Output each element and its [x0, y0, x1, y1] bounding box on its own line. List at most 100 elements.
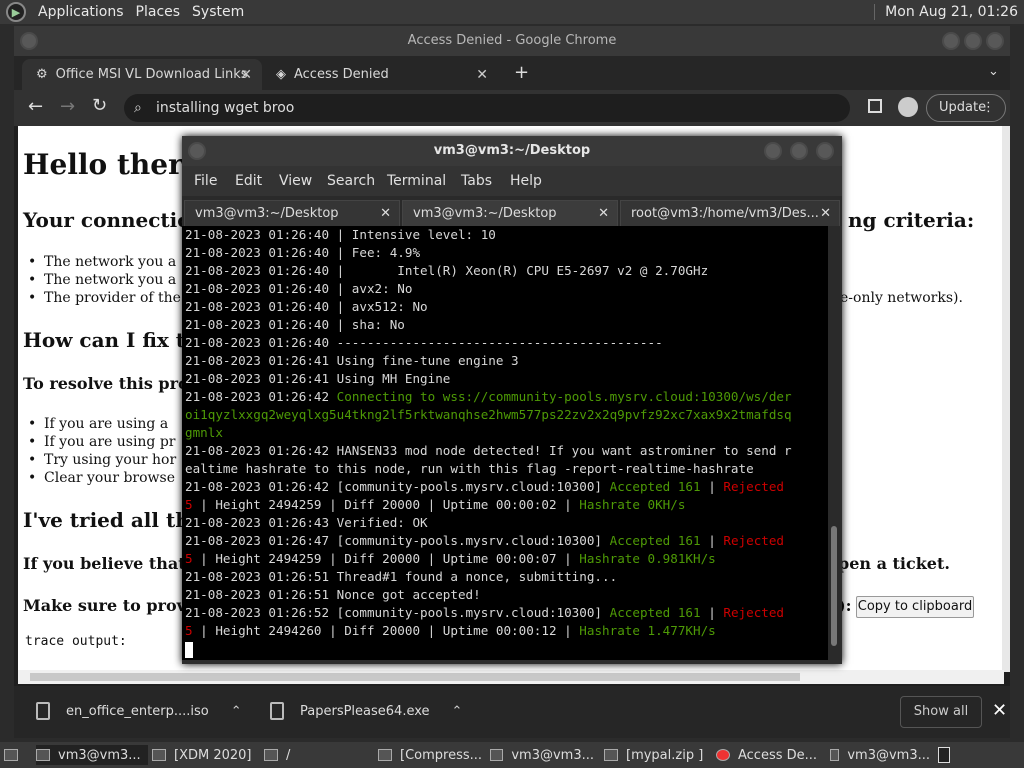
taskbar-item[interactable]: [XDM 2020]	[152, 745, 252, 765]
terminal-line: 21-08-2023 01:26:42 [community-pools.mys…	[185, 478, 792, 496]
kebab-menu-icon[interactable]: ⋮	[982, 95, 995, 121]
new-tab-plus-icon[interactable]: +	[514, 62, 529, 83]
xdm-icon	[152, 749, 166, 761]
tab-close-icon[interactable]: ✕	[598, 201, 609, 227]
provide-heading: Make sure to provid	[23, 596, 204, 615]
terminal-text: |	[700, 479, 724, 494]
copy-to-clipboard-button[interactable]: Copy to clipboard	[856, 596, 974, 618]
tab-office-msi[interactable]: ⚙ Office MSI VL Download Links ✕	[22, 59, 262, 90]
profile-avatar-icon[interactable]	[898, 97, 918, 117]
terminal-text: Connecting to wss://community-pools.mysr…	[336, 389, 792, 404]
close-window-icon[interactable]	[816, 142, 834, 160]
taskbar-item[interactable]: Access De...	[716, 745, 820, 765]
omnibox-input[interactable]: ⌕ installing wget broo	[124, 94, 850, 122]
terminal-title-bar[interactable]: vm3@vm3:~/Desktop	[182, 136, 842, 166]
terminal-text: 21-08-2023 01:26:42 [community-pools.mys…	[185, 479, 610, 494]
trace-output-label: trace output:	[25, 634, 127, 649]
menu-search[interactable]: Search	[327, 173, 375, 189]
scrollbar-thumb[interactable]	[30, 673, 800, 681]
tab-close-icon[interactable]: ✕	[380, 201, 391, 227]
forward-arrow-icon[interactable]: →	[60, 96, 75, 117]
reload-icon[interactable]: ↻	[92, 95, 107, 116]
workspace-icon	[938, 747, 950, 763]
terminal-line: 21-08-2023 01:26:51 Thread#1 found a non…	[185, 568, 792, 586]
terminal-text: 21-08-2023 01:26:47 [community-pools.mys…	[185, 533, 610, 548]
terminal-line: 21-08-2023 01:26:42 Connecting to wss://…	[185, 388, 792, 406]
close-window-icon[interactable]	[986, 32, 1004, 50]
text-cursor	[185, 641, 193, 658]
terminal-text: Accepted 161	[609, 533, 701, 548]
maximize-icon[interactable]	[790, 142, 808, 160]
taskbar-item[interactable]: vm3@vm3...	[830, 745, 930, 765]
workspace-switcher[interactable]	[938, 745, 958, 765]
terminal-tab-active[interactable]: vm3@vm3:~/Desktop ✕	[402, 200, 618, 226]
tab-close-icon[interactable]: ✕	[476, 67, 488, 83]
menu-terminal[interactable]: Terminal	[387, 173, 446, 189]
terminal-text: Accepted 161	[609, 605, 701, 620]
page-horizontal-scrollbar[interactable]	[18, 670, 1004, 684]
maximize-icon[interactable]	[964, 32, 982, 50]
menu-tabs[interactable]: Tabs	[461, 173, 492, 189]
chevron-up-icon[interactable]: ⌃	[231, 704, 242, 719]
taskbar-item[interactable]: vm3@vm3...	[490, 745, 594, 765]
tab-access-denied[interactable]: ◈ Access Denied ✕	[262, 59, 498, 90]
tab-close-icon[interactable]: ✕	[240, 67, 252, 83]
terminal-tab-label: vm3@vm3:~/Desktop	[195, 206, 339, 221]
terminal-tab[interactable]: root@vm3:/home/vm3/Des... ✕	[620, 200, 840, 226]
close-downloads-icon[interactable]: ✕	[992, 700, 1007, 721]
scrollbar-thumb[interactable]	[831, 526, 837, 646]
window-menu-icon[interactable]	[20, 32, 38, 50]
omnibox-text: installing wget broo	[156, 100, 295, 116]
taskbar-item[interactable]: /	[264, 745, 364, 765]
connection-heading-tail: ng criteria:	[848, 208, 975, 232]
places-menu[interactable]: Places	[136, 4, 181, 20]
window-menu-icon[interactable]	[188, 142, 206, 160]
tab-search-chevron-icon[interactable]: ⌄	[988, 64, 999, 79]
chrome-title-bar[interactable]: Access Denied - Google Chrome	[14, 26, 1010, 56]
menu-file[interactable]: File	[194, 173, 217, 189]
terminal-text: 21-08-2023 01:26:40 | avx2: No	[185, 281, 413, 296]
terminal-tab[interactable]: vm3@vm3:~/Desktop ✕	[184, 200, 400, 226]
terminal-line: 21-08-2023 01:26:40 | Intel(R) Xeon(R) C…	[185, 262, 792, 280]
taskbar-label: Access De...	[738, 747, 818, 763]
clock[interactable]: Mon Aug 21, 01:26	[874, 4, 1018, 20]
update-button[interactable]: Update ⋮	[926, 94, 1006, 122]
menu-edit[interactable]: Edit	[235, 173, 262, 189]
tab-close-icon[interactable]: ✕	[820, 201, 831, 227]
terminal-text: 5	[185, 551, 193, 566]
update-label: Update	[939, 100, 987, 115]
show-desktop-icon[interactable]	[4, 745, 26, 765]
terminal-line: 21-08-2023 01:26:52 [community-pools.mys…	[185, 604, 792, 622]
minimize-icon[interactable]	[942, 32, 960, 50]
terminal-text: gmnlx	[185, 425, 223, 440]
terminal-line: 21-08-2023 01:26:41 Using fine-tune engi…	[185, 352, 792, 370]
taskbar-item[interactable]: [mypal.zip ]	[604, 745, 708, 765]
download-item[interactable]: en_office_enterp....iso ⌃	[36, 702, 242, 720]
system-logo-icon[interactable]: ▶	[6, 2, 26, 22]
chevron-up-icon[interactable]: ⌃	[452, 704, 463, 719]
terminal-line: oi1qyzlxxgq2weyqlxg5u4tkng2lf5rktwanqhse…	[185, 406, 792, 424]
system-menu[interactable]: System	[192, 4, 244, 20]
connection-heading: Your connection	[23, 208, 206, 232]
show-all-button[interactable]: Show all	[900, 696, 982, 728]
terminal-scrollbar[interactable]	[828, 226, 840, 660]
terminal-text: 21-08-2023 01:26:40 | Fee: 4.9%	[185, 245, 421, 260]
download-item[interactable]: PapersPlease64.exe ⌃	[270, 702, 462, 720]
page-vertical-scrollbar[interactable]	[1002, 126, 1010, 672]
menu-help[interactable]: Help	[510, 173, 542, 189]
back-arrow-icon[interactable]: ←	[28, 96, 43, 117]
terminal-icon	[830, 749, 840, 761]
menu-view[interactable]: View	[279, 173, 312, 189]
taskbar-item[interactable]: [Compress...	[378, 745, 486, 765]
applications-menu[interactable]: Applications	[38, 4, 124, 20]
minimize-icon[interactable]	[764, 142, 782, 160]
terminal-output[interactable]: 21-08-2023 01:26:40 | Intensive level: 1…	[182, 226, 828, 660]
terminal-text: 21-08-2023 01:26:43 Verified: OK	[185, 515, 428, 530]
list-item-tail: e-only networks).	[840, 290, 963, 306]
list-item: If you are using a	[28, 416, 168, 432]
terminal-line: 21-08-2023 01:26:40 | Fee: 4.9%	[185, 244, 792, 262]
side-panel-icon[interactable]	[868, 99, 882, 113]
taskbar-item[interactable]: vm3@vm3...	[36, 745, 148, 765]
list-item: Clear your browse	[28, 470, 175, 486]
terminal-title: vm3@vm3:~/Desktop	[433, 143, 591, 158]
